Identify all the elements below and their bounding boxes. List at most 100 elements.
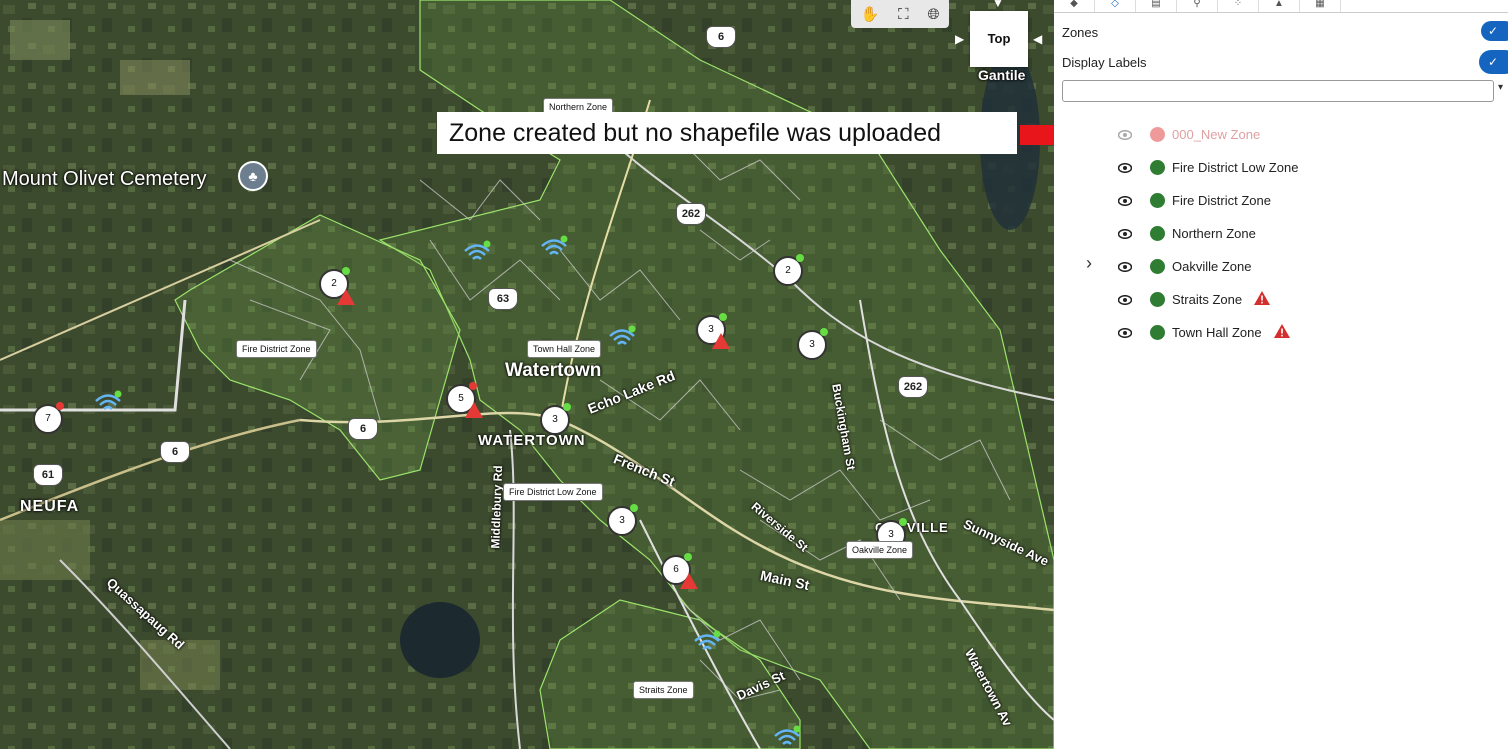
zone-list-item[interactable]: › Oakville Zone — [1054, 253, 1508, 280]
route-shield: 6 — [348, 418, 378, 440]
zone-list-item[interactable]: Northern Zone — [1054, 221, 1508, 247]
nav-right-arrow-icon[interactable]: ◀ — [1033, 32, 1042, 46]
route-shield: 63 — [488, 288, 518, 310]
cluster-count: 5 — [458, 393, 464, 404]
zone-label[interactable]: Fire District Low Zone — [503, 483, 603, 501]
cluster-status-dot — [563, 403, 571, 411]
tab-layers[interactable]: ◆ — [1054, 0, 1095, 12]
cluster-count: 2 — [785, 265, 791, 276]
cemetery-pin-icon[interactable]: ♣ — [238, 161, 268, 191]
pan-hand-icon[interactable]: ✋ — [860, 5, 879, 23]
eye-icon[interactable] — [1117, 326, 1133, 339]
cluster-status-dot — [684, 553, 692, 561]
sensor-cluster[interactable]: 3 — [797, 328, 828, 360]
zone-color-dot — [1150, 160, 1165, 175]
cluster-count: 3 — [809, 339, 815, 350]
route-shield: 262 — [898, 376, 928, 398]
zone-label[interactable]: Town Hall Zone — [527, 340, 602, 358]
eye-icon[interactable] — [1117, 194, 1133, 207]
globe-icon[interactable]: 🌐︎ — [928, 6, 940, 23]
zone-color-dot — [1150, 127, 1165, 142]
nav-up-arrow-icon[interactable]: ▼ — [992, 0, 1004, 10]
tab-points[interactable]: ⁘ — [1218, 0, 1259, 12]
eye-icon[interactable] — [1117, 260, 1133, 273]
tab-search[interactable]: ⚲ — [1177, 0, 1218, 12]
wifi-sensor-icon[interactable] — [539, 235, 569, 261]
route-shield: 6 — [706, 26, 736, 48]
zone-name: Fire District Low Zone — [1172, 160, 1299, 175]
zone-list-item[interactable]: 000_New Zone — [1054, 122, 1508, 148]
cluster-status-dot — [796, 254, 804, 262]
zone-color-dot — [1150, 292, 1165, 307]
wifi-sensor-icon[interactable] — [772, 725, 802, 749]
cluster-status-dot — [56, 402, 64, 410]
cluster-status-dot — [342, 267, 350, 275]
cluster-status-dot — [899, 518, 907, 526]
alert-triangle-icon[interactable] — [465, 402, 483, 418]
cluster-count: 3 — [888, 529, 894, 540]
zone-label[interactable]: Straits Zone — [633, 681, 694, 699]
filter-dropdown-icon[interactable]: ▾ — [1498, 82, 1503, 93]
zone-label[interactable]: Oakville Zone — [846, 541, 914, 559]
warning-icon[interactable] — [1274, 324, 1290, 338]
cluster-status-dot — [469, 382, 477, 390]
nav-left-arrow-icon[interactable]: ▶ — [955, 32, 964, 46]
place-name-watertown-caps: WATERTOWN — [478, 432, 586, 449]
zones-label: Zones — [1062, 25, 1099, 40]
zone-label[interactable]: Fire District Zone — [236, 340, 317, 358]
tab-list[interactable]: ▤ — [1136, 0, 1177, 12]
place-name-gantile: Gantile — [978, 67, 1026, 83]
side-panel: ◆ ◇ ▤ ⚲ ⁘ ▲ ▦ Zones ✓ Display Labels ✓ ▾… — [1054, 0, 1508, 749]
wifi-sensor-icon[interactable] — [93, 390, 123, 416]
alert-triangle-icon[interactable] — [337, 289, 355, 305]
tab-chart[interactable]: ▦ — [1300, 0, 1341, 12]
sensor-cluster[interactable]: 3 — [607, 504, 638, 536]
sensor-cluster[interactable]: 7 — [33, 402, 64, 434]
eye-icon[interactable] — [1117, 161, 1133, 174]
cluster-count: 3 — [552, 414, 558, 425]
chevron-right-icon[interactable]: › — [1086, 253, 1092, 274]
sensor-cluster[interactable]: 3 — [540, 403, 571, 435]
cluster-status-dot — [719, 313, 727, 321]
eye-icon[interactable] — [1117, 293, 1133, 306]
zone-name: Oakville Zone — [1172, 259, 1252, 274]
zone-color-dot — [1150, 259, 1165, 274]
eye-icon[interactable] — [1117, 227, 1133, 240]
cluster-count: 6 — [673, 564, 679, 575]
zone-name: Fire District Zone — [1172, 193, 1271, 208]
map-toolbar: ✋ ⛶ 🌐︎ — [851, 0, 949, 28]
alert-triangle-icon[interactable] — [680, 573, 698, 589]
zone-filter-input[interactable] — [1062, 80, 1494, 102]
zone-color-dot — [1150, 325, 1165, 340]
zone-color-dot — [1150, 193, 1165, 208]
eye-icon[interactable] — [1117, 128, 1133, 141]
map-view[interactable]: Mount Olivet Cemetery ♣ Watertown WATERT… — [0, 0, 1054, 749]
road-name-middlebury: Middlebury Rd — [488, 465, 506, 549]
display-labels-toggle[interactable]: ✓ — [1481, 52, 1508, 72]
zone-list-item[interactable]: Town Hall Zone — [1054, 320, 1508, 346]
zone-list-item[interactable]: Fire District Low Zone — [1054, 155, 1508, 181]
place-name-watertown: Watertown — [505, 360, 602, 381]
fullscreen-icon[interactable]: ⛶ — [898, 6, 909, 23]
place-name-cemetery: Mount Olivet Cemetery — [2, 168, 207, 190]
route-shield: 262 — [676, 203, 706, 225]
wifi-sensor-icon[interactable] — [607, 325, 637, 351]
top-view-button[interactable]: Top — [970, 11, 1028, 67]
zone-name: Straits Zone — [1172, 292, 1243, 307]
tab-zones[interactable]: ◇ — [1095, 0, 1136, 12]
display-labels-label: Display Labels — [1062, 55, 1147, 70]
zones-toggle[interactable]: ✓ — [1481, 21, 1508, 41]
wifi-sensor-icon[interactable] — [692, 630, 722, 656]
zone-list-item[interactable]: Straits Zone — [1054, 287, 1508, 313]
alert-triangle-icon[interactable] — [712, 333, 730, 349]
zone-name: 000_New Zone — [1172, 127, 1261, 142]
warning-icon[interactable] — [1254, 291, 1270, 305]
tab-terrain[interactable]: ▲ — [1259, 0, 1300, 12]
route-shield: 61 — [33, 464, 63, 486]
cluster-status-dot — [630, 504, 638, 512]
sensor-cluster[interactable]: 2 — [773, 254, 804, 286]
wifi-sensor-icon[interactable] — [462, 240, 492, 266]
zone-list-item[interactable]: Fire District Zone — [1054, 188, 1508, 214]
zone-name: Northern Zone — [1172, 226, 1256, 241]
cluster-count: 3 — [619, 515, 625, 526]
